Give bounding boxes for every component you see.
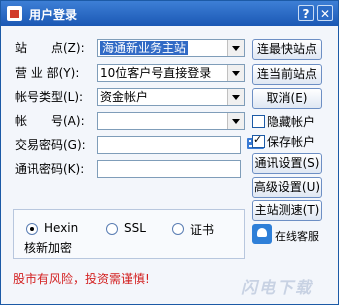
cancel-button[interactable]: 取消(E): [252, 88, 322, 109]
advanced-settings-button[interactable]: 高级设置(U): [252, 177, 322, 198]
comm-password-input[interactable]: [97, 160, 241, 178]
connect-current-site-button[interactable]: 连当前站点: [252, 64, 322, 85]
radio-ssl[interactable]: [106, 223, 118, 235]
radio-hexin[interactable]: [26, 223, 38, 235]
watermark: 闪电下载: [241, 278, 314, 297]
window-title: 用户登录: [29, 8, 78, 22]
app-icon: [7, 6, 22, 21]
online-service-label[interactable]: 在线客服: [275, 228, 319, 244]
encryption-caption: 核新加密: [24, 241, 73, 255]
site-value: 海通新业务主站: [100, 41, 189, 55]
dept-label: 营 业 部(Y):: [15, 66, 80, 80]
chevron-down-icon[interactable]: [227, 40, 244, 56]
help-button[interactable]: ?: [298, 5, 314, 21]
save-account-checkbox[interactable]: [252, 133, 265, 148]
ssl-label: SSL: [124, 221, 146, 235]
customer-service-icon[interactable]: [252, 224, 272, 244]
close-button[interactable]: ✕: [317, 5, 333, 21]
trade-password-input[interactable]: [97, 136, 241, 154]
chevron-down-icon[interactable]: [227, 113, 244, 129]
account-type-select[interactable]: 资金帐户: [97, 88, 245, 106]
comm-settings-button[interactable]: 通讯设置(S): [252, 153, 322, 174]
hide-account-label: 隐藏帐户: [267, 115, 316, 129]
connect-fastest-site-button[interactable]: 连最快站点: [252, 39, 322, 60]
site-select[interactable]: 海通新业务主站: [97, 39, 245, 57]
login-window: 用户登录 ? ✕ 站 点(Z): 海通新业务主站 营 业 部(Y): 10位客户…: [0, 0, 339, 305]
chevron-down-icon[interactable]: [227, 65, 244, 81]
radio-cert[interactable]: [172, 223, 184, 235]
account-type-value: 资金帐户: [100, 90, 149, 104]
save-account-label: 保存帐户: [267, 135, 316, 149]
account-label: 帐 号(A):: [15, 114, 85, 128]
dept-value: 10位客户号直接登录: [100, 66, 212, 80]
comm-password-label: 通讯密码(K):: [15, 162, 85, 176]
account-type-label: 帐号类型(L):: [15, 90, 84, 104]
trade-password-label: 交易密码(G):: [15, 138, 86, 152]
site-label: 站 点(Z):: [15, 41, 85, 55]
risk-warning: 股市有风险，投资需谨慎!: [13, 272, 150, 286]
encryption-group: Hexin SSL 证书 核新加密: [13, 209, 245, 259]
title-bar: 用户登录 ? ✕: [1, 1, 338, 26]
account-combo[interactable]: [97, 112, 245, 130]
hexin-label: Hexin: [44, 221, 79, 235]
chevron-down-icon[interactable]: [227, 89, 244, 105]
hide-account-checkbox[interactable]: [252, 115, 265, 128]
cert-label: 证书: [190, 223, 215, 237]
site-speed-test-button[interactable]: 主站测速(T): [252, 200, 322, 221]
dept-select[interactable]: 10位客户号直接登录: [97, 64, 245, 82]
